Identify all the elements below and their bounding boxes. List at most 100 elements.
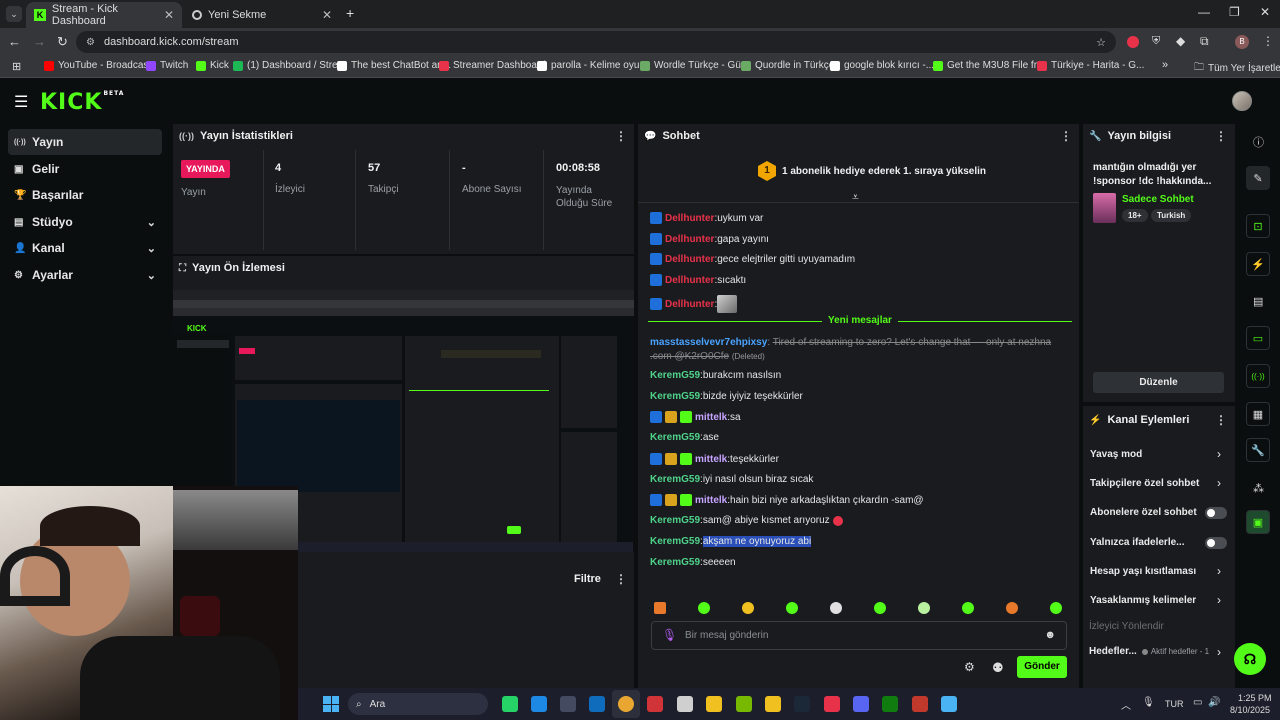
all-bookmarks-folder[interactable]: 🗀 Tüm Yer İşaretleri: [1194, 60, 1280, 77]
clock-time[interactable]: 1:25 PM: [1238, 693, 1272, 703]
emote-icon[interactable]: [1050, 602, 1062, 614]
steam-icon[interactable]: [794, 696, 810, 712]
chevron-right-icon[interactable]: ›: [1217, 593, 1221, 607]
close-icon[interactable]: ✕: [164, 8, 174, 22]
chat-menu-icon[interactable]: ⋮: [1060, 129, 1072, 143]
tab-new-tab[interactable]: Yeni Sekme ✕: [184, 2, 340, 28]
reload-icon[interactable]: ↻: [57, 34, 68, 50]
app-icon[interactable]: [647, 696, 663, 712]
emote-icon[interactable]: [1006, 602, 1018, 614]
emote-icon[interactable]: [698, 602, 710, 614]
bookmark-item[interactable]: Wordle Türkçe - Gü...: [640, 60, 749, 71]
xbox-icon[interactable]: [882, 696, 898, 712]
extension-diamond-icon[interactable]: ◆: [1176, 34, 1185, 48]
help-fab-button[interactable]: ☊: [1234, 643, 1266, 675]
apps-grid-icon[interactable]: ⊞: [12, 60, 21, 73]
chat-username[interactable]: KeremG59: [650, 370, 700, 381]
sidebar-item-revenue[interactable]: ▣ Gelir: [8, 156, 162, 182]
broadcast-rail-icon[interactable]: ((·)): [1246, 364, 1270, 388]
window-close-icon[interactable]: ✕: [1260, 5, 1270, 19]
chat-username[interactable]: masstasselvevr7ehpixsy: [650, 337, 767, 348]
scan-icon[interactable]: ⊡: [1246, 214, 1270, 238]
layout-icon[interactable]: ▦: [1246, 402, 1270, 426]
back-icon[interactable]: ←: [8, 34, 21, 49]
yandex-icon[interactable]: [824, 696, 840, 712]
discord-icon[interactable]: [853, 696, 869, 712]
chat-username[interactable]: mittelk: [695, 495, 727, 506]
sidebar-item-broadcast[interactable]: ((·)) Yayın: [8, 129, 162, 155]
emote-icon[interactable]: [918, 602, 930, 614]
network-icon[interactable]: ▭: [1193, 697, 1202, 708]
chat-settings-icon[interactable]: ⚙: [964, 660, 975, 674]
profile-avatar[interactable]: B: [1235, 35, 1249, 49]
site-info-icon[interactable]: ⚙: [86, 37, 95, 48]
sidebar-item-channel[interactable]: 👤 Kanal ⌄: [8, 235, 162, 261]
chat-username[interactable]: KeremG59: [650, 391, 700, 402]
outlook-icon[interactable]: [589, 696, 605, 712]
bookmark-item[interactable]: Streamer Dashboard: [439, 60, 546, 71]
emote-icon[interactable]: [654, 602, 666, 614]
chat-username[interactable]: mittelk: [695, 454, 727, 465]
maximize-icon[interactable]: ❐: [1229, 5, 1240, 19]
channel-action-item[interactable]: Abonelere özel sohbet: [1090, 507, 1197, 518]
nodes-icon[interactable]: ⁂: [1253, 482, 1264, 495]
emote-icon[interactable]: [962, 602, 974, 614]
send-button[interactable]: Gönder: [1017, 656, 1067, 678]
bookmark-item[interactable]: Quordle in Türkçe: [741, 60, 834, 71]
bookmark-item[interactable]: google blok kırıcı -...: [830, 60, 934, 71]
taskbar-search[interactable]: ⌕ Ara: [348, 693, 488, 715]
tag-pill[interactable]: 18+: [1122, 209, 1148, 222]
bookmark-item[interactable]: YouTube - Broadcas...: [44, 60, 157, 71]
whatsapp-icon[interactable]: [502, 696, 518, 712]
emote-icon[interactable]: [786, 602, 798, 614]
browser-menu-icon[interactable]: ⋮: [1262, 34, 1274, 48]
minimize-icon[interactable]: —: [1198, 5, 1210, 19]
chat-input[interactable]: 🎙 Bir mesaj gönderin ☻: [651, 621, 1067, 650]
lightning-rail-icon[interactable]: ⚡: [1246, 252, 1270, 276]
mic-tray-icon[interactable]: 🎙: [1142, 697, 1155, 708]
chat-username[interactable]: Dellhunter: [665, 275, 714, 286]
files-icon[interactable]: [765, 696, 781, 712]
bookmark-item[interactable]: (1) Dashboard / Stre...: [233, 60, 346, 71]
bookmark-star-icon[interactable]: ☆: [1096, 36, 1106, 49]
chevron-right-icon[interactable]: ›: [1217, 447, 1221, 461]
emote-icon[interactable]: [830, 602, 842, 614]
close-icon[interactable]: ✕: [322, 8, 332, 22]
bookmark-item[interactable]: The best ChatBot an...: [337, 60, 451, 71]
bookmark-item[interactable]: parolla - Kelime oyu...: [537, 60, 648, 71]
emote-icon[interactable]: [874, 602, 886, 614]
chat-username[interactable]: Dellhunter: [665, 299, 714, 310]
store-icon[interactable]: [560, 696, 576, 712]
toggle-switch[interactable]: [1205, 507, 1227, 519]
goals-row[interactable]: Hedefler... Aktif hedefler - 1: [1089, 646, 1209, 657]
channel-action-item[interactable]: Yavaş mod: [1090, 449, 1142, 460]
wrench-rail-icon[interactable]: 🔧: [1246, 438, 1270, 462]
clock-date[interactable]: 8/10/2025: [1230, 705, 1270, 715]
windows-start-icon[interactable]: [323, 696, 339, 712]
bookmark-item[interactable]: Türkiye - Harita - G...: [1037, 60, 1144, 71]
emoji-picker-icon[interactable]: ☻: [1044, 629, 1056, 641]
game-icon[interactable]: ▣: [1246, 510, 1270, 534]
language-indicator[interactable]: TUR: [1165, 699, 1184, 709]
hamburger-menu-icon[interactable]: ☰: [14, 92, 28, 112]
bookmarks-overflow-icon[interactable]: »: [1162, 59, 1168, 71]
bookmark-item[interactable]: Twitch: [146, 60, 188, 71]
chat-username[interactable]: KeremG59: [650, 536, 700, 547]
tag-pill[interactable]: Turkish: [1151, 209, 1192, 222]
bookmark-item[interactable]: Get the M3U8 File fr...: [933, 60, 1045, 71]
sidebar-item-studio[interactable]: ▤ Stüdyo ⌄: [8, 209, 162, 235]
bookmark-item[interactable]: Kick: [196, 60, 229, 71]
channel-action-item[interactable]: Takipçilere özel sohbet: [1090, 478, 1199, 489]
sidebar-item-trophy[interactable]: 🏆 Başarılar: [8, 182, 162, 208]
edge-icon[interactable]: [531, 696, 547, 712]
chat-username[interactable]: Dellhunter: [665, 234, 714, 245]
tab-stream-dashboard[interactable]: K Stream - Kick Dashboard ✕: [26, 2, 182, 28]
channel-actions-menu-icon[interactable]: ⋮: [1215, 413, 1227, 427]
tray-chevron-icon[interactable]: ︿: [1121, 697, 1131, 712]
toggle-switch[interactable]: [1205, 537, 1227, 549]
chat-username[interactable]: Dellhunter: [665, 213, 714, 224]
chat-username[interactable]: mittelk: [695, 412, 727, 423]
chat-username[interactable]: KeremG59: [650, 515, 700, 526]
shield-icon[interactable]: ⛨: [1152, 35, 1160, 48]
mixer-icon[interactable]: [912, 696, 928, 712]
